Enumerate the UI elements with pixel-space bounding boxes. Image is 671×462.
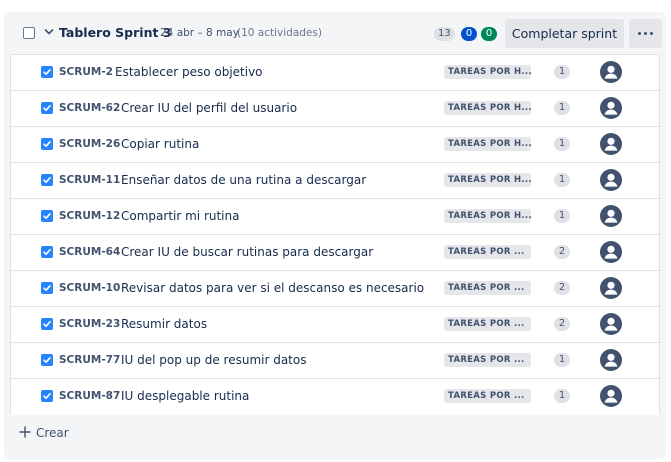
- status-badge[interactable]: TAREAS POR H...: [444, 137, 531, 151]
- status-badge[interactable]: TAREAS POR H...: [444, 173, 531, 187]
- issue-key[interactable]: SCRUM-10: [59, 282, 120, 294]
- issue-row[interactable]: SCRUM-2 Establecer peso objetivo TAREAS PO…: [11, 55, 659, 91]
- issue-key[interactable]: SCRUM-2: [59, 66, 113, 78]
- done-count-badge: 0: [481, 27, 497, 41]
- avatar-icon[interactable]: [600, 277, 622, 299]
- avatar-icon[interactable]: [600, 97, 622, 119]
- avatar-icon[interactable]: [600, 205, 622, 227]
- issue-summary[interactable]: IU del pop up de resumir datos: [121, 353, 306, 367]
- issue-summary[interactable]: Crear IU del perfil del usuario: [121, 101, 297, 115]
- story-points-badge[interactable]: 1: [554, 389, 570, 403]
- checkbox-checked-icon[interactable]: [41, 174, 53, 186]
- issue-summary[interactable]: Enseñar datos de una rutina a descargar: [121, 173, 366, 187]
- chevron-down-icon[interactable]: [43, 25, 55, 39]
- issue-row[interactable]: SCRUM-26 Copiar rutina TAREAS POR H... 1: [11, 127, 659, 163]
- issue-summary[interactable]: Resumir datos: [121, 317, 207, 331]
- sprint-title[interactable]: Tablero Sprint 3: [59, 25, 172, 40]
- story-points-badge[interactable]: 1: [554, 65, 570, 79]
- story-points-badge[interactable]: 2: [554, 281, 570, 295]
- create-label: Crear: [36, 426, 69, 440]
- issue-key[interactable]: SCRUM-62: [59, 102, 120, 114]
- issue-key[interactable]: SCRUM-64: [59, 246, 120, 258]
- issue-summary[interactable]: Establecer peso objetivo: [115, 65, 263, 79]
- issue-row[interactable]: SCRUM-10 Revisar datos para ver si el des…: [11, 271, 659, 307]
- sprint-select-checkbox[interactable]: [23, 27, 35, 39]
- issue-row[interactable]: SCRUM-87 IU desplegable rutina TAREAS POR …: [11, 379, 659, 415]
- issue-row[interactable]: SCRUM-62 Crear IU del perfil del usuario T…: [11, 91, 659, 127]
- status-badge[interactable]: TAREAS POR ...: [444, 281, 531, 295]
- status-badge[interactable]: TAREAS POR H...: [444, 65, 531, 79]
- issue-summary[interactable]: Crear IU de buscar rutinas para descarga…: [121, 245, 373, 259]
- checkbox-checked-icon[interactable]: [41, 138, 53, 150]
- issue-summary[interactable]: Revisar datos para ver si el descanso es…: [121, 281, 424, 295]
- avatar-icon[interactable]: [600, 241, 622, 263]
- story-points-badge[interactable]: 1: [554, 173, 570, 187]
- avatar-icon[interactable]: [600, 313, 622, 335]
- checkbox-checked-icon[interactable]: [41, 66, 53, 78]
- issue-summary[interactable]: Copiar rutina: [121, 137, 199, 151]
- checkbox-checked-icon[interactable]: [41, 282, 53, 294]
- story-points-badge[interactable]: 1: [554, 209, 570, 223]
- avatar-icon[interactable]: [600, 133, 622, 155]
- checkbox-checked-icon[interactable]: [41, 390, 53, 402]
- status-badge[interactable]: TAREAS POR ...: [444, 353, 531, 367]
- status-badge[interactable]: TAREAS POR H...: [444, 101, 531, 115]
- avatar-icon[interactable]: [600, 385, 622, 407]
- sprint-activity-count: (10 actividades): [237, 27, 322, 39]
- plus-icon: [18, 425, 32, 439]
- checkbox-checked-icon[interactable]: [41, 210, 53, 222]
- story-points-badge[interactable]: 1: [554, 137, 570, 151]
- complete-sprint-button[interactable]: Completar sprint: [505, 19, 624, 48]
- status-badge[interactable]: TAREAS POR ...: [444, 389, 531, 403]
- story-points-badge[interactable]: 2: [554, 245, 570, 259]
- issue-row[interactable]: SCRUM-64 Crear IU de buscar rutinas para …: [11, 235, 659, 271]
- sprint-panel: Tablero Sprint 3 24 abr – 8 may (10 acti…: [4, 12, 666, 459]
- issue-key[interactable]: SCRUM-23: [59, 318, 120, 330]
- issue-row[interactable]: SCRUM-12 Compartir mi rutina TAREAS POR H.…: [11, 199, 659, 235]
- issue-key[interactable]: SCRUM-11: [59, 174, 120, 186]
- avatar-icon[interactable]: [600, 61, 622, 83]
- issue-key[interactable]: SCRUM-26: [59, 138, 120, 150]
- checkbox-checked-icon[interactable]: [41, 102, 53, 114]
- story-points-badge[interactable]: 2: [554, 317, 570, 331]
- sprint-dates: 24 abr – 8 may: [160, 27, 239, 39]
- checkbox-checked-icon[interactable]: [41, 246, 53, 258]
- status-badge[interactable]: TAREAS POR ...: [444, 245, 531, 259]
- issue-summary[interactable]: IU desplegable rutina: [121, 389, 249, 403]
- avatar-icon[interactable]: [600, 169, 622, 191]
- issue-key[interactable]: SCRUM-12: [59, 210, 120, 222]
- more-icon[interactable]: [629, 19, 662, 48]
- issue-list: SCRUM-2 Establecer peso objetivo TAREAS PO…: [10, 54, 660, 415]
- checkbox-checked-icon[interactable]: [41, 354, 53, 366]
- status-badge[interactable]: TAREAS POR H...: [444, 209, 531, 223]
- issue-row[interactable]: SCRUM-11 Enseñar datos de una rutina a de…: [11, 163, 659, 199]
- sprint-header: Tablero Sprint 3 24 abr – 8 may (10 acti…: [4, 12, 666, 54]
- issue-row[interactable]: SCRUM-77 IU del pop up de resumir datos TA…: [11, 343, 659, 379]
- in-progress-count-badge: 0: [461, 27, 477, 41]
- issue-summary[interactable]: Compartir mi rutina: [121, 209, 239, 223]
- story-points-badge[interactable]: 1: [554, 353, 570, 367]
- issue-row[interactable]: SCRUM-23 Resumir datos TAREAS POR ... 2: [11, 307, 659, 343]
- issue-key[interactable]: SCRUM-87: [59, 390, 120, 402]
- checkbox-checked-icon[interactable]: [41, 318, 53, 330]
- story-points-badge[interactable]: 1: [554, 101, 570, 115]
- avatar-icon[interactable]: [600, 349, 622, 371]
- status-badge[interactable]: TAREAS POR ...: [444, 317, 531, 331]
- todo-count-badge: 13: [434, 27, 455, 41]
- issue-key[interactable]: SCRUM-77: [59, 354, 120, 366]
